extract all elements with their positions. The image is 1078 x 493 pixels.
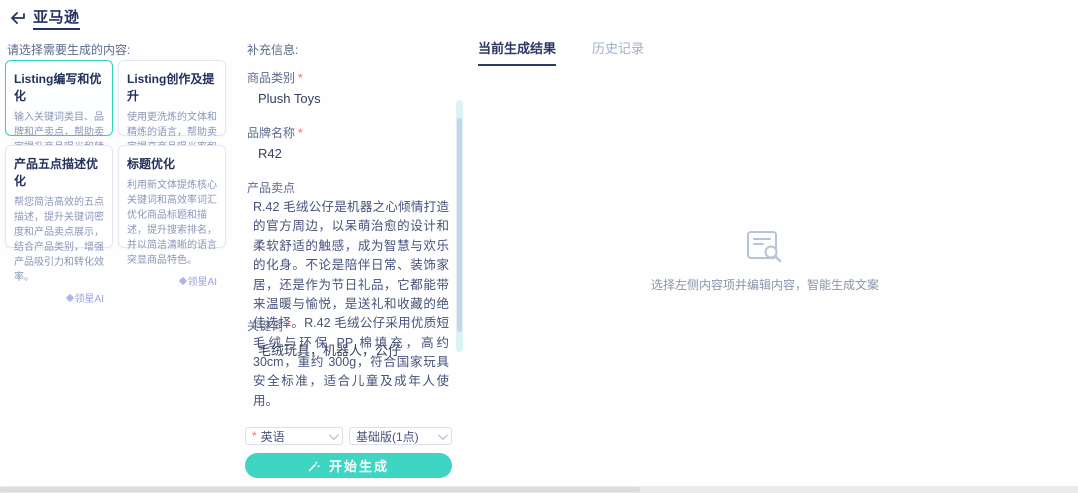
version-select[interactable]: 基础版(1点) — [349, 427, 452, 445]
card-desc: 帮您简洁高效的五点描述，提升关键词密度和产品卖点展示，结合产品类别，增强产品吸引… — [14, 195, 104, 285]
form-scrollbar-track — [456, 100, 463, 352]
card-five-point-desc-optimize[interactable]: 产品五点描述优化 帮您简洁高效的五点描述，提升关键词密度和产品卖点展示，结合产品… — [5, 145, 113, 248]
card-title-optimize[interactable]: 标题优化 利用新文体提炼核心关键词和高效率词汇优化商品标题和描述，提升搜索排名，… — [118, 145, 226, 248]
diamond-icon — [65, 293, 73, 301]
language-select[interactable]: * 英语 — [245, 427, 343, 445]
selling-points-textarea[interactable]: R.42 毛绒公仔是机器之心倾情打造的官方周边，以呆萌治愈的设计和柔软舒适的触感… — [253, 198, 449, 411]
ai-badge: 领星AI — [14, 290, 104, 305]
page-title: 亚马逊 — [33, 6, 80, 30]
content-select-label: 请选择需要生成的内容: — [7, 41, 130, 58]
ai-badge: 领星AI — [127, 273, 217, 288]
ai-badge-label: 领星AI — [75, 290, 104, 305]
page-hscrollbar-thumb[interactable] — [0, 487, 640, 492]
results-tabs: 当前生成结果 历史记录 — [478, 38, 644, 66]
ai-badge-label: 领星AI — [188, 273, 217, 288]
form-scrollbar-thumb[interactable] — [457, 118, 462, 332]
language-select-value: 英语 — [261, 428, 285, 445]
magic-wand-icon — [308, 460, 320, 472]
card-title: 标题优化 — [127, 155, 217, 172]
back-to-home[interactable]: 亚马逊 — [10, 6, 80, 30]
category-input[interactable]: Plush Toys — [258, 91, 321, 106]
field-label-selling-points: 产品卖点 — [247, 179, 295, 196]
tab-history[interactable]: 历史记录 — [592, 38, 644, 66]
empty-state: 选择左侧内容项并编辑内容，智能生成文案 — [470, 230, 1060, 293]
card-title: Listing编写和优化 — [14, 70, 104, 104]
required-asterisk: * — [252, 429, 257, 443]
page-hscrollbar-track — [0, 486, 1078, 493]
card-listing-write-optimize[interactable]: Listing编写和优化 输入关键词类目、品牌和产卖点，帮助卖家提升商品曝光和转… — [5, 60, 113, 136]
field-label-brand: 品牌名称* — [247, 124, 303, 141]
back-arrow-icon — [10, 12, 26, 24]
field-label-category: 商品类别* — [247, 69, 303, 86]
required-asterisk: * — [298, 126, 303, 140]
generate-button-label: 开始生成 — [329, 456, 389, 475]
brand-input[interactable]: R42 — [258, 146, 282, 161]
diamond-icon — [178, 276, 186, 284]
document-search-icon — [746, 230, 784, 264]
required-asterisk: * — [286, 319, 291, 333]
empty-state-text: 选择左侧内容项并编辑内容，智能生成文案 — [470, 276, 1060, 293]
keywords-input[interactable]: 毛绒玩具，机器人，公仔 — [258, 340, 401, 359]
version-select-value: 基础版(1点) — [356, 428, 419, 445]
card-title: Listing创作及提升 — [127, 70, 217, 104]
app-root: 亚马逊 请选择需要生成的内容: Listing编写和优化 输入关键词类目、品牌和… — [0, 0, 1078, 493]
tab-current-results[interactable]: 当前生成结果 — [478, 38, 556, 66]
chevron-down-icon — [329, 430, 339, 440]
chevron-down-icon — [438, 430, 448, 440]
card-title: 产品五点描述优化 — [14, 155, 104, 189]
required-asterisk: * — [298, 71, 303, 85]
card-listing-create-improve[interactable]: Listing创作及提升 使用更洗炼的文体和精炼的语言，帮助卖家提高商品曝光率和… — [118, 60, 226, 136]
field-label-keywords: 关键词* — [247, 317, 291, 334]
card-desc: 利用新文体提炼核心关键词和高效率词汇优化商品标题和描述，提升搜索排名，并以简洁清… — [127, 178, 217, 268]
generate-button[interactable]: 开始生成 — [245, 453, 452, 478]
form-title: 补充信息: — [247, 41, 298, 58]
